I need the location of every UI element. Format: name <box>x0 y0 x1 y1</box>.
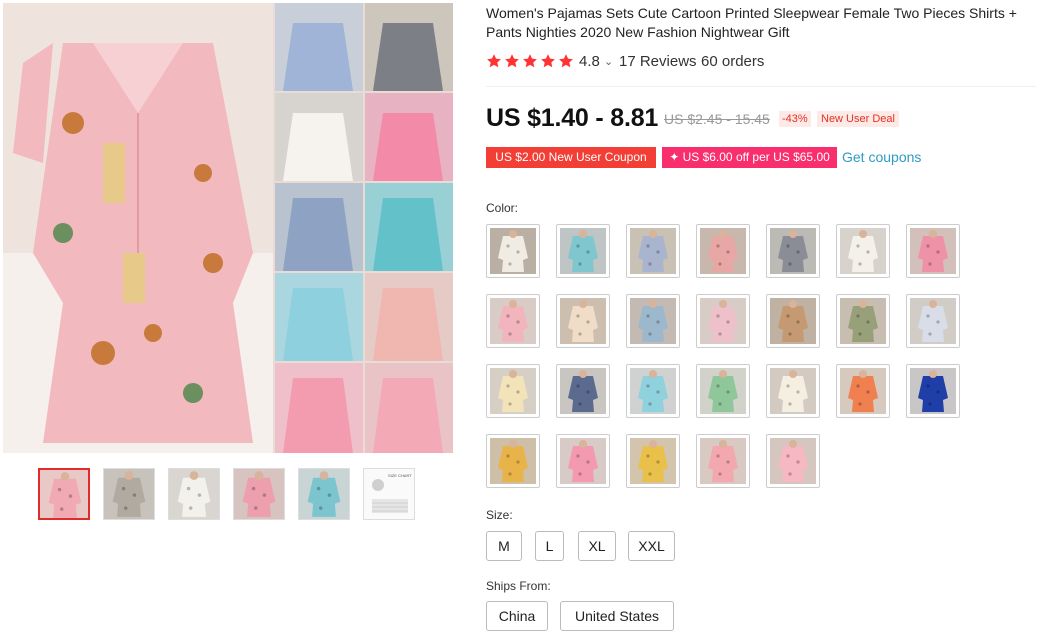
swatch-image <box>630 228 676 274</box>
color-swatch[interactable] <box>906 294 960 348</box>
swatch-image <box>560 438 606 484</box>
product-title: Women's Pajamas Sets Cute Cartoon Printe… <box>486 5 1017 40</box>
original-price: US $2.45 - 15.45 <box>664 111 770 127</box>
swatch-image <box>910 298 956 344</box>
swatch-image <box>770 368 816 414</box>
orders-count: 60 orders <box>701 53 765 70</box>
ships-from-label: Ships From: <box>486 579 551 593</box>
color-swatch[interactable] <box>626 364 680 418</box>
gallery-thumbnail[interactable] <box>298 468 350 520</box>
star-icon <box>559 54 573 68</box>
swatch-image <box>560 368 606 414</box>
color-swatch[interactable] <box>766 294 820 348</box>
new-user-deal-badge: New User Deal <box>817 111 899 127</box>
color-label: Color: <box>486 201 519 215</box>
color-swatch[interactable] <box>486 364 540 418</box>
swatch-image <box>700 438 746 484</box>
swatch-image <box>490 228 536 274</box>
color-swatch[interactable] <box>626 434 680 488</box>
discount-badge: -43% <box>779 111 811 127</box>
swatch-image <box>490 438 536 484</box>
store-coupon[interactable]: ✦ US $6.00 off per US $65.00 <box>662 147 837 168</box>
color-swatch[interactable] <box>836 224 890 278</box>
gallery-thumbnail[interactable] <box>168 468 220 520</box>
color-swatch[interactable] <box>486 434 540 488</box>
size-chart-text: SIZE CHART <box>388 473 412 478</box>
swatch-image <box>700 368 746 414</box>
ships-from-option-united-states[interactable]: United States <box>560 601 674 631</box>
current-price: US $1.40 - 8.81 <box>486 104 659 132</box>
gallery-thumbnail[interactable] <box>38 468 90 520</box>
swatch-image <box>910 228 956 274</box>
swatch-image <box>490 298 536 344</box>
get-coupons-link[interactable]: Get coupons <box>842 149 921 165</box>
rating-value[interactable]: 4.8 <box>579 53 600 70</box>
color-swatch[interactable] <box>626 294 680 348</box>
color-swatch[interactable] <box>766 434 820 488</box>
swatch-image <box>770 228 816 274</box>
reviews-link[interactable]: 17 Reviews <box>619 53 697 70</box>
color-swatch[interactable] <box>766 224 820 278</box>
swatch-image <box>840 368 886 414</box>
star-icon <box>541 54 555 68</box>
swatch-image <box>630 438 676 484</box>
swatch-image <box>700 228 746 274</box>
divider <box>486 86 1036 87</box>
swatch-image <box>560 228 606 274</box>
swatch-image <box>560 298 606 344</box>
size-option-xxl[interactable]: XXL <box>628 531 675 561</box>
star-icon <box>487 54 501 68</box>
color-swatch[interactable] <box>486 224 540 278</box>
color-swatch[interactable] <box>556 224 610 278</box>
swatch-image <box>700 298 746 344</box>
color-swatch[interactable] <box>556 364 610 418</box>
swatch-image <box>770 298 816 344</box>
ships-from-option-china[interactable]: China <box>486 601 548 631</box>
color-swatch[interactable] <box>696 364 750 418</box>
main-product-image[interactable] <box>3 3 453 453</box>
swatch-image <box>910 368 956 414</box>
swatch-image <box>630 298 676 344</box>
star-icon <box>505 54 519 68</box>
swatch-image <box>490 368 536 414</box>
color-swatch[interactable] <box>556 294 610 348</box>
color-swatch[interactable] <box>556 434 610 488</box>
color-swatch[interactable] <box>766 364 820 418</box>
color-swatch[interactable] <box>696 294 750 348</box>
color-swatch[interactable] <box>696 224 750 278</box>
size-option-m[interactable]: M <box>486 531 522 561</box>
swatch-image <box>840 228 886 274</box>
gallery-thumbnail[interactable] <box>233 468 285 520</box>
color-swatch[interactable] <box>906 224 960 278</box>
size-option-xl[interactable]: XL <box>578 531 616 561</box>
chevron-down-icon[interactable]: ⌄ <box>604 55 613 68</box>
color-swatch[interactable] <box>696 434 750 488</box>
main-image-collage <box>3 3 453 453</box>
color-swatch[interactable] <box>836 364 890 418</box>
gallery-thumbnail[interactable] <box>103 468 155 520</box>
size-option-l[interactable]: L <box>535 531 564 561</box>
color-swatch[interactable] <box>836 294 890 348</box>
star-icon <box>523 54 537 68</box>
size-chart-thumbnail[interactable]: SIZE CHART <box>363 468 415 520</box>
new-user-coupon[interactable]: US $2.00 New User Coupon <box>486 147 656 168</box>
swatch-image <box>840 298 886 344</box>
color-swatch[interactable] <box>906 364 960 418</box>
swatch-image <box>630 368 676 414</box>
color-swatch[interactable] <box>486 294 540 348</box>
size-label: Size: <box>486 508 513 522</box>
swatch-image <box>770 438 816 484</box>
color-swatch[interactable] <box>626 224 680 278</box>
